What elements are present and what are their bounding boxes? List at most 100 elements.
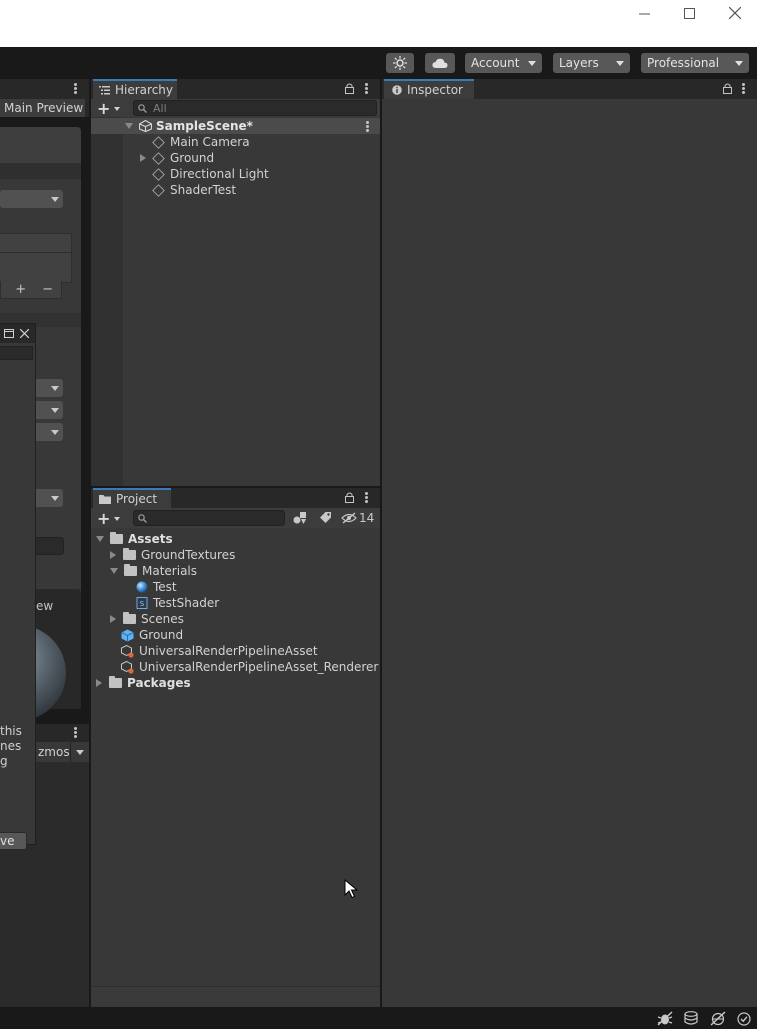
create-button[interactable]: + (97, 99, 121, 118)
label-tag-icon[interactable] (319, 511, 332, 524)
network-off-icon[interactable] (710, 1011, 726, 1026)
hierarchy-item-label: Ground (170, 151, 215, 165)
gizmos-label[interactable]: zmos (38, 745, 70, 759)
chevron-down-icon (528, 60, 536, 66)
main-toolbar: Account Layers Professional (0, 47, 757, 78)
preview-title-fragment: ew (36, 599, 54, 613)
tree-item-asset[interactable]: UniversalRenderPipelineAsset (121, 643, 318, 659)
tree-item-asset[interactable]: Test (136, 579, 177, 595)
tree-item-label: Packages (127, 676, 191, 690)
folder-icon (99, 495, 111, 504)
more-options-icon[interactable] (742, 83, 745, 94)
hierarchy-item[interactable]: Ground (140, 150, 214, 166)
hidden-packages-toggle[interactable]: 14 (341, 511, 374, 525)
chevron-down-icon (51, 408, 59, 413)
hierarchy-item[interactable]: ShaderTest (152, 182, 237, 198)
tree-item-label: UniversalRenderPipelineAsset (139, 644, 318, 658)
more-options-icon[interactable] (365, 492, 368, 503)
layout-dropdown[interactable]: Professional (641, 53, 749, 73)
maximize-button[interactable] (666, 0, 712, 26)
hierarchy-item[interactable]: Directional Light (152, 166, 269, 182)
material-sphere-icon (136, 581, 148, 593)
close-icon[interactable] (20, 329, 29, 338)
close-window-button[interactable] (712, 0, 757, 26)
tree-item-label: Scenes (141, 612, 184, 626)
left-list-box (0, 233, 72, 283)
create-button[interactable]: + (97, 509, 121, 528)
tree-item-asset[interactable]: Ground (121, 627, 183, 643)
tree-item-folder[interactable]: Materials (110, 563, 197, 579)
maximize-icon[interactable] (4, 329, 14, 338)
chevron-right-icon[interactable] (140, 154, 146, 162)
tree-item-folder[interactable]: Scenes (110, 611, 184, 627)
gameobject-cube-icon (152, 183, 165, 197)
lock-icon[interactable] (345, 492, 354, 503)
minimize-icon (638, 13, 650, 14)
tab-label: Hierarchy (115, 83, 174, 97)
left-dropdown-1[interactable] (0, 190, 63, 208)
folder-icon (109, 676, 122, 688)
tree-item-folder[interactable]: GroundTextures (110, 547, 235, 563)
cache-server-icon[interactable] (683, 1011, 699, 1026)
pipeline-asset-icon (121, 660, 134, 674)
hierarchy-search-input[interactable]: All (133, 100, 377, 116)
tree-item-asset[interactable]: S TestShader (136, 595, 219, 611)
chevron-right-icon[interactable] (96, 679, 102, 687)
maximize-icon (683, 7, 695, 19)
chevron-right-icon[interactable] (110, 615, 116, 623)
list-add-remove: + − (0, 281, 62, 299)
lock-icon[interactable] (723, 83, 732, 94)
chevron-down-icon[interactable] (76, 750, 84, 755)
minimize-button[interactable] (621, 0, 667, 26)
layers-label: Layers (559, 56, 599, 70)
floating-window: this nes g ve (0, 323, 36, 850)
hierarchy-tabstrip: Hierarchy (91, 79, 380, 99)
more-options-icon[interactable] (74, 83, 77, 94)
chevron-down-icon[interactable] (110, 568, 118, 574)
hierarchy-item[interactable]: Main Camera (152, 134, 250, 150)
chevron-down-icon (51, 430, 59, 435)
add-icon[interactable]: + (15, 282, 26, 297)
tab-project[interactable]: Project (93, 488, 171, 508)
mouse-cursor-icon (344, 879, 358, 899)
inspector-tabstrip: Inspector (382, 79, 757, 99)
remove-icon[interactable]: − (42, 282, 53, 297)
cloud-button[interactable] (425, 53, 455, 73)
more-options-icon[interactable] (366, 121, 369, 132)
debug-bug-icon[interactable] (657, 1011, 673, 1026)
tab-label: Inspector (407, 83, 463, 97)
scene-row[interactable]: SampleScene* (91, 118, 380, 134)
layers-dropdown[interactable]: Layers (553, 53, 630, 73)
left-panel-area: Main Preview + − ew zmos this nes g ve (0, 79, 89, 1007)
scene-name: SampleScene* (156, 119, 253, 133)
folder-open-icon (124, 564, 137, 576)
tree-item-label: UniversalRenderPipelineAsset_Renderer (139, 660, 379, 674)
chevron-down-icon (616, 60, 624, 66)
account-label: Account (471, 56, 520, 70)
floating-window-titlebar (0, 324, 35, 343)
hierarchy-item-label: Main Camera (170, 135, 250, 149)
chevron-down-icon[interactable] (96, 536, 104, 542)
info-icon (392, 85, 402, 95)
account-dropdown[interactable]: Account (465, 53, 542, 73)
tree-item-asset[interactable]: UniversalRenderPipelineAsset_Renderer (121, 659, 378, 675)
tree-item-assets[interactable]: Assets (96, 531, 173, 547)
main-preview-tab[interactable]: Main Preview (0, 99, 85, 117)
checkmark-circle-icon[interactable] (737, 1012, 751, 1026)
floating-search-field[interactable] (0, 346, 33, 360)
search-by-type-icon[interactable] (293, 511, 307, 525)
tab-label: Project (116, 492, 158, 506)
text-fragment: g (0, 754, 8, 768)
tab-inspector[interactable]: Inspector (384, 79, 474, 99)
project-search-input[interactable] (133, 510, 285, 526)
more-options-icon[interactable] (74, 727, 77, 738)
lock-icon[interactable] (345, 83, 354, 94)
collab-button[interactable] (386, 53, 414, 73)
chevron-right-icon[interactable] (110, 551, 116, 559)
tree-item-packages[interactable]: Packages (96, 675, 191, 691)
more-options-icon[interactable] (365, 83, 368, 94)
hierarchy-item-label: ShaderTest (170, 183, 237, 197)
floating-action-button[interactable]: ve (0, 832, 27, 850)
tab-hierarchy[interactable]: Hierarchy (93, 79, 177, 99)
chevron-down-icon[interactable] (125, 123, 133, 129)
